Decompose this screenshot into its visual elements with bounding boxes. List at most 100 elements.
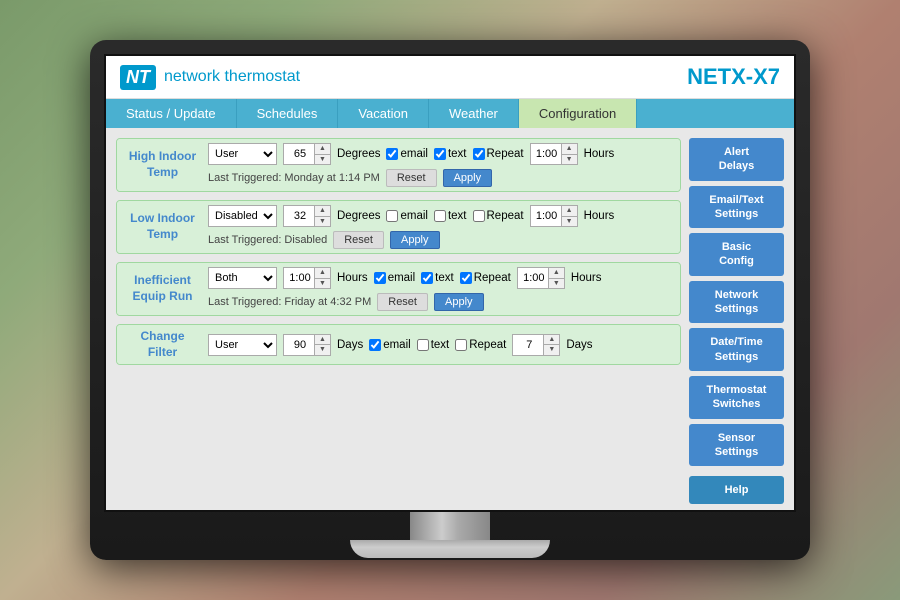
tab-status[interactable]: Status / Update xyxy=(106,99,237,128)
high-indoor-temp-section: High IndoorTemp UserDisabledBoth ▲ xyxy=(116,138,681,192)
high-indoor-hours-label: Hours xyxy=(584,148,615,160)
sensor-settings-button[interactable]: SensorSettings xyxy=(689,424,784,467)
thermostat-switches-button[interactable]: ThermostatSwitches xyxy=(689,376,784,419)
alert-delays-button[interactable]: AlertDelays xyxy=(689,138,784,181)
low-indoor-temp-header: Low IndoorTemp UserDisabledBoth ▲ xyxy=(117,201,680,253)
high-indoor-temp-up[interactable]: ▲ xyxy=(315,144,330,155)
high-indoor-time-spinner[interactable]: ▲ ▼ xyxy=(530,143,578,165)
low-indoor-text-label: text xyxy=(434,210,467,222)
high-indoor-temp-down[interactable]: ▼ xyxy=(315,155,330,165)
low-indoor-time-down[interactable]: ▼ xyxy=(562,217,577,227)
tab-configuration[interactable]: Configuration xyxy=(519,99,637,128)
inefficient-equip-title: InefficientEquip Run xyxy=(125,273,200,304)
high-indoor-temp-spinner[interactable]: ▲ ▼ xyxy=(283,143,331,165)
app-header: NT network thermostat NETX-X7 xyxy=(106,56,794,99)
high-indoor-text-checkbox[interactable] xyxy=(434,148,446,160)
change-filter-repeat-days-up[interactable]: ▲ xyxy=(544,335,559,346)
inefficient-equip-time1-spinner[interactable]: ▲ ▼ xyxy=(283,267,331,289)
low-indoor-email-checkbox[interactable] xyxy=(386,210,398,222)
tab-schedules[interactable]: Schedules xyxy=(237,99,339,128)
inefficient-equip-row1: UserDisabledBoth ▲ ▼ Hours xyxy=(208,267,672,289)
inefficient-equip-hours1-label: Hours xyxy=(337,272,368,284)
low-indoor-row1: UserDisabledBoth ▲ ▼ Degrees xyxy=(208,205,672,227)
inefficient-equip-select[interactable]: UserDisabledBoth xyxy=(208,267,277,289)
change-filter-days-down[interactable]: ▼ xyxy=(315,345,330,355)
change-filter-email-checkbox[interactable] xyxy=(369,339,381,351)
low-indoor-temp-input[interactable] xyxy=(284,206,316,226)
low-indoor-time-up[interactable]: ▲ xyxy=(562,206,577,217)
change-filter-title: ChangeFilter xyxy=(125,329,200,360)
high-indoor-temp-input[interactable] xyxy=(284,144,316,164)
inefficient-equip-time1-down[interactable]: ▼ xyxy=(315,279,330,289)
low-indoor-temp-title: Low IndoorTemp xyxy=(125,211,200,242)
high-indoor-text-label: text xyxy=(434,148,467,160)
inefficient-equip-text-label: text xyxy=(421,272,454,284)
inefficient-equip-email-checkbox[interactable] xyxy=(374,272,386,284)
low-indoor-repeat-label: Repeat xyxy=(473,210,524,222)
low-indoor-degrees-label: Degrees xyxy=(337,210,380,222)
high-indoor-time-up[interactable]: ▲ xyxy=(562,144,577,155)
sidebar: AlertDelays Email/TextSettings BasicConf… xyxy=(689,138,784,492)
low-indoor-hours-label: Hours xyxy=(584,210,615,222)
change-filter-text-checkbox[interactable] xyxy=(417,339,429,351)
inefficient-equip-hours2-label: Hours xyxy=(571,272,602,284)
inefficient-equip-last-triggered: Last Triggered: Friday at 4:32 PM xyxy=(208,296,371,308)
inefficient-equip-time1-up[interactable]: ▲ xyxy=(315,268,330,279)
inefficient-equip-email-label: email xyxy=(374,272,415,284)
low-indoor-temp-up[interactable]: ▲ xyxy=(315,206,330,217)
low-indoor-row2: Last Triggered: Disabled Reset Apply xyxy=(208,231,672,249)
high-indoor-time-input[interactable] xyxy=(531,144,563,164)
tab-weather[interactable]: Weather xyxy=(429,99,519,128)
change-filter-repeat-checkbox[interactable] xyxy=(455,339,467,351)
low-indoor-temp-down[interactable]: ▼ xyxy=(315,217,330,227)
change-filter-days-input[interactable] xyxy=(284,335,316,355)
change-filter-days-spinner[interactable]: ▲ ▼ xyxy=(283,334,331,356)
monitor-stand-base xyxy=(350,540,550,558)
inefficient-equip-header: InefficientEquip Run UserDisabledBoth ▲ xyxy=(117,263,680,315)
change-filter-text-label: text xyxy=(417,339,450,351)
inefficient-equip-row2: Last Triggered: Friday at 4:32 PM Reset … xyxy=(208,293,672,311)
basic-config-button[interactable]: BasicConfig xyxy=(689,233,784,276)
tab-vacation[interactable]: Vacation xyxy=(338,99,429,128)
inefficient-equip-time2-spinner[interactable]: ▲ ▼ xyxy=(517,267,565,289)
inefficient-equip-time2-up[interactable]: ▲ xyxy=(549,268,564,279)
high-indoor-apply-button[interactable]: Apply xyxy=(443,169,493,187)
inefficient-equip-reset-button[interactable]: Reset xyxy=(377,293,428,311)
low-indoor-temp-section: Low IndoorTemp UserDisabledBoth ▲ xyxy=(116,200,681,254)
low-indoor-reset-button[interactable]: Reset xyxy=(333,231,384,249)
change-filter-days-up[interactable]: ▲ xyxy=(315,335,330,346)
change-filter-repeat-days-spinner[interactable]: ▲ ▼ xyxy=(512,334,560,356)
change-filter-select[interactable]: UserDisabledBoth xyxy=(208,334,277,356)
high-indoor-repeat-checkbox[interactable] xyxy=(473,148,485,160)
high-indoor-reset-button[interactable]: Reset xyxy=(386,169,437,187)
inefficient-equip-repeat-checkbox[interactable] xyxy=(460,272,472,284)
low-indoor-temp-spinner[interactable]: ▲ ▼ xyxy=(283,205,331,227)
low-indoor-time-spinner[interactable]: ▲ ▼ xyxy=(530,205,578,227)
low-indoor-email-label: email xyxy=(386,210,427,222)
help-button[interactable]: Help xyxy=(689,476,784,504)
email-text-settings-button[interactable]: Email/TextSettings xyxy=(689,186,784,229)
high-indoor-row2: Last Triggered: Monday at 1:14 PM Reset … xyxy=(208,169,672,187)
main-content: High IndoorTemp UserDisabledBoth ▲ xyxy=(106,128,794,502)
low-indoor-apply-button[interactable]: Apply xyxy=(390,231,440,249)
inefficient-equip-text-checkbox[interactable] xyxy=(421,272,433,284)
logo-icon: NT xyxy=(120,65,156,90)
low-indoor-select[interactable]: UserDisabledBoth xyxy=(208,205,277,227)
low-indoor-last-triggered: Last Triggered: Disabled xyxy=(208,234,327,246)
high-indoor-email-checkbox[interactable] xyxy=(386,148,398,160)
low-indoor-repeat-checkbox[interactable] xyxy=(473,210,485,222)
high-indoor-select[interactable]: UserDisabledBoth xyxy=(208,143,277,165)
network-settings-button[interactable]: NetworkSettings xyxy=(689,281,784,324)
monitor-stand-neck xyxy=(410,512,490,540)
high-indoor-time-down[interactable]: ▼ xyxy=(562,155,577,165)
inefficient-equip-apply-button[interactable]: Apply xyxy=(434,293,484,311)
low-indoor-time-input[interactable] xyxy=(531,206,563,226)
change-filter-repeat-days-input[interactable] xyxy=(513,335,545,355)
low-indoor-text-checkbox[interactable] xyxy=(434,210,446,222)
inefficient-equip-time1-input[interactable] xyxy=(284,268,316,288)
monitor: NT network thermostat NETX-X7 Status / U… xyxy=(90,40,810,560)
inefficient-equip-time2-down[interactable]: ▼ xyxy=(549,279,564,289)
date-time-settings-button[interactable]: Date/TimeSettings xyxy=(689,328,784,371)
change-filter-repeat-days-down[interactable]: ▼ xyxy=(544,345,559,355)
inefficient-equip-time2-input[interactable] xyxy=(518,268,550,288)
